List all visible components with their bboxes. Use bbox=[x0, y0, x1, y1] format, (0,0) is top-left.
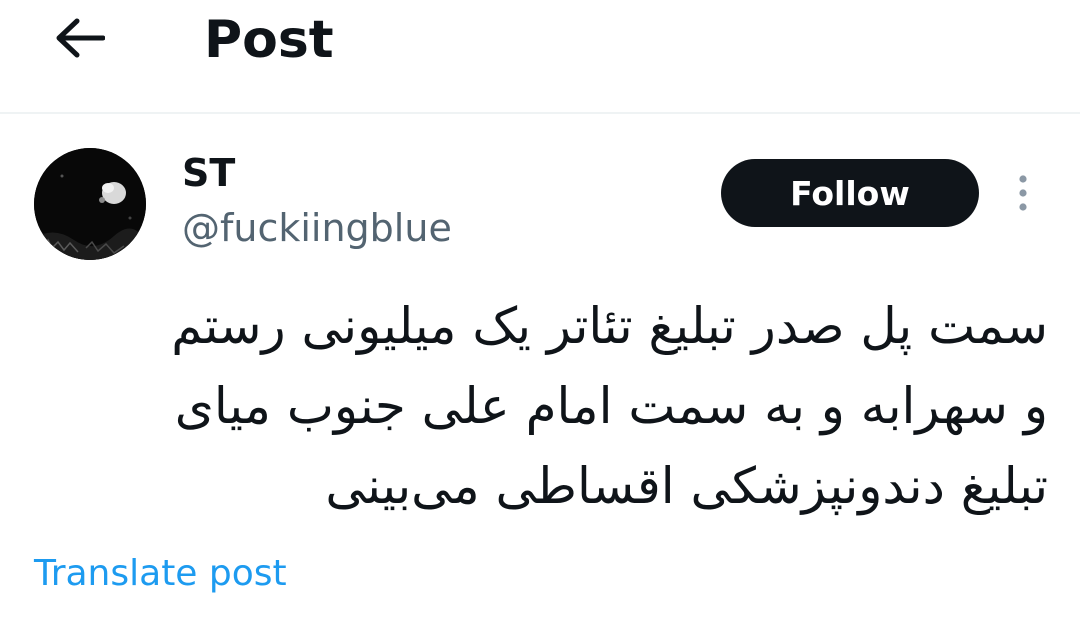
follow-button[interactable]: Follow bbox=[721, 159, 979, 227]
avatar[interactable] bbox=[34, 148, 146, 260]
page-title: Post bbox=[204, 10, 334, 70]
arrow-left-icon bbox=[56, 18, 105, 58]
user-handle[interactable]: @fuckiingblue bbox=[182, 204, 452, 252]
more-vertical-icon bbox=[1019, 175, 1027, 211]
post-header: Post bbox=[0, 0, 1080, 112]
translate-post-link[interactable]: Translate post bbox=[34, 550, 287, 598]
post-text: سمت پل صدر تبلیغ تئاتر یک میلیونی رستم و… bbox=[155, 297, 1048, 515]
display-name[interactable]: ST bbox=[182, 150, 235, 196]
back-button[interactable] bbox=[44, 10, 114, 66]
avatar-image bbox=[34, 148, 146, 260]
more-options-button[interactable] bbox=[1004, 170, 1042, 216]
header-divider bbox=[0, 112, 1080, 114]
